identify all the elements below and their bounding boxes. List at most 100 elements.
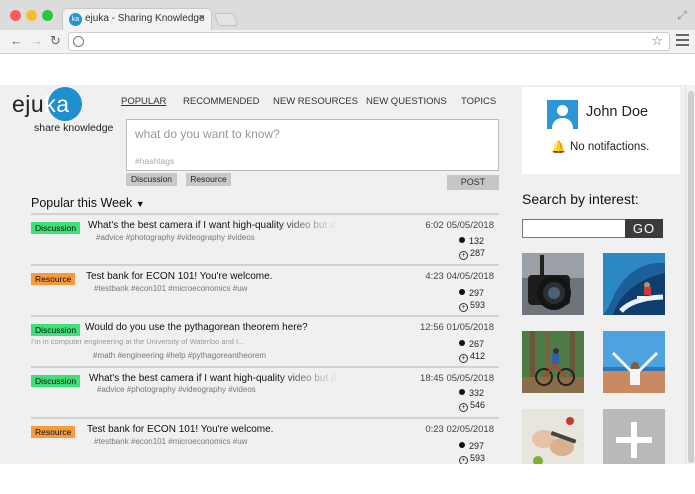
nav-new-questions[interactable]: NEW QUESTIONS (366, 96, 447, 107)
profile-card: John Doe 🔔 No notifactions. (522, 87, 680, 174)
favicon-icon: ka (69, 13, 82, 26)
post-type-badge: Resource (31, 426, 76, 438)
forward-icon[interactable]: → (30, 33, 43, 48)
post-title[interactable]: Test bank for ECON 101! You're welcome. (86, 271, 336, 282)
go-button[interactable]: GO (625, 219, 663, 238)
post-comments: 132 (459, 236, 484, 246)
upvote-icon[interactable]: + (459, 303, 468, 312)
post-votes[interactable]: +593 (459, 453, 485, 464)
upvote-icon[interactable]: + (459, 354, 468, 363)
question-input[interactable]: what do you want to know? #hashtags (126, 119, 499, 171)
upvote-icon[interactable]: + (459, 403, 468, 412)
plus-icon (616, 422, 652, 458)
camera-photo-icon (522, 253, 584, 315)
minimize-window-button[interactable] (26, 10, 37, 21)
cooking-photo-icon (522, 409, 584, 464)
caret-down-icon: ▼ (135, 199, 145, 209)
fullscreen-icon[interactable]: ⤢ (677, 8, 687, 23)
post-votes[interactable]: +593 (459, 300, 485, 312)
post-comments: 267 (459, 339, 484, 349)
comment-icon (459, 442, 465, 448)
nav-recommended[interactable]: RECOMMENDED (183, 96, 260, 107)
reload-icon[interactable]: ↻ (50, 33, 61, 49)
tab-close-icon[interactable]: × (199, 12, 205, 24)
post-title[interactable]: Would do you use the pythagorean theorem… (85, 322, 335, 333)
post-votes[interactable]: +287 (459, 248, 485, 260)
upvote-icon[interactable]: + (459, 251, 468, 260)
interest-tile-cycling[interactable] (522, 331, 584, 393)
interest-title: Search by interest: (522, 191, 639, 207)
post-time: 4:23 04/05/2018 (425, 271, 494, 282)
post-feed: Discussion What's the best camera if I w… (31, 213, 499, 464)
browser-tab[interactable]: ka ejuka - Sharing Knowledge × (62, 8, 212, 30)
bookmark-star-icon[interactable]: ☆ (651, 33, 663, 49)
post-item[interactable]: Resource Test bank for ECON 101! You're … (31, 264, 499, 315)
post-item[interactable]: Discussion What's the best camera if I w… (31, 366, 499, 417)
avatar[interactable] (547, 100, 578, 129)
address-bar[interactable]: ☆ (68, 32, 670, 51)
comment-icon (459, 340, 465, 346)
post-votes[interactable]: +546 (459, 400, 485, 412)
post-title[interactable]: What's the best camera if I want high-qu… (88, 220, 338, 231)
nav-new-resources[interactable]: NEW RESOURCES (273, 96, 358, 107)
upvote-icon[interactable]: + (459, 456, 468, 464)
post-item[interactable]: Resource Test bank for ECON 101! You're … (31, 417, 499, 464)
post-time: 12:56 01/05/2018 (420, 322, 494, 333)
interest-search-input[interactable] (522, 219, 626, 238)
post-tags[interactable]: #advice #photography #videography #video… (96, 233, 255, 242)
post-comments: 332 (459, 388, 484, 398)
post-tags[interactable]: #math #engineering #help #pythagoreanthe… (93, 351, 266, 360)
page-content: ejuka share knowledge POPULAR RECOMMENDE… (0, 85, 695, 464)
discussion-type-button[interactable]: Discussion (126, 173, 177, 186)
post-tags[interactable]: #advice #photography #videography #video… (97, 385, 256, 394)
maximize-window-button[interactable] (42, 10, 53, 21)
nav-topics[interactable]: TOPICS (461, 96, 496, 107)
post-title[interactable]: Test bank for ECON 101! You're welcome. (87, 424, 337, 435)
back-icon[interactable]: ← (10, 33, 23, 48)
post-tags[interactable]: #testbank #econ101 #microeconomics #uw (94, 437, 247, 446)
post-button[interactable]: POST (447, 175, 499, 190)
comment-icon (459, 237, 465, 243)
interest-tile-photography[interactable] (522, 253, 584, 315)
browser-toolbar: ← → ↻ ☆ (0, 30, 695, 54)
section-title[interactable]: Popular this Week ▼ (31, 196, 145, 210)
post-tags[interactable]: #testbank #econ101 #microeconomics #uw (94, 284, 247, 293)
surfer-photo-icon (603, 253, 665, 315)
browser-tab-bar: ka ejuka - Sharing Knowledge × ⤢ (0, 0, 695, 30)
comment-icon (459, 389, 465, 395)
tab-title: ejuka - Sharing Knowledge (85, 13, 205, 24)
logo[interactable]: ejuka share knowledge (10, 87, 120, 147)
interest-tile-surfing[interactable] (603, 253, 665, 315)
post-item[interactable]: Discussion Would do you use the pythagor… (31, 315, 499, 366)
traveler-photo-icon (603, 331, 665, 393)
browser-menu-icon[interactable] (676, 34, 689, 49)
question-placeholder: what do you want to know? (135, 127, 280, 141)
cyclist-photo-icon (522, 331, 584, 393)
post-votes[interactable]: +412 (459, 351, 485, 363)
resource-type-button[interactable]: Resource (186, 173, 231, 186)
post-title[interactable]: What's the best camera if I want high-qu… (89, 373, 339, 384)
globe-icon (73, 36, 84, 47)
interest-tile-cooking[interactable] (522, 409, 584, 464)
bell-icon[interactable]: 🔔 (551, 140, 566, 154)
new-tab-button[interactable] (213, 13, 239, 26)
post-type-badge: Discussion (31, 375, 81, 387)
post-type-badge: Resource (31, 273, 76, 285)
post-type-badge: Discussion (31, 222, 81, 234)
post-time: 18:45 05/05/2018 (420, 373, 494, 384)
post-item[interactable]: Discussion What's the best camera if I w… (31, 213, 499, 264)
logo-wordmark: ejuka (12, 91, 70, 117)
notifications-text: No notifactions. (570, 141, 650, 153)
interest-tile-travel[interactable] (603, 331, 665, 393)
close-window-button[interactable] (10, 10, 21, 21)
post-comments: 297 (459, 441, 484, 451)
post-type-badge: Discussion (31, 324, 81, 336)
add-interest-tile[interactable] (603, 409, 665, 464)
page-scrollbar[interactable] (685, 85, 695, 464)
scrollbar-thumb[interactable] (688, 91, 694, 463)
nav-popular[interactable]: POPULAR (121, 96, 166, 107)
logo-tagline: share knowledge (34, 122, 114, 134)
username[interactable]: John Doe (586, 104, 648, 120)
post-time: 0:23 02/05/2018 (425, 424, 494, 435)
post-comments: 297 (459, 288, 484, 298)
